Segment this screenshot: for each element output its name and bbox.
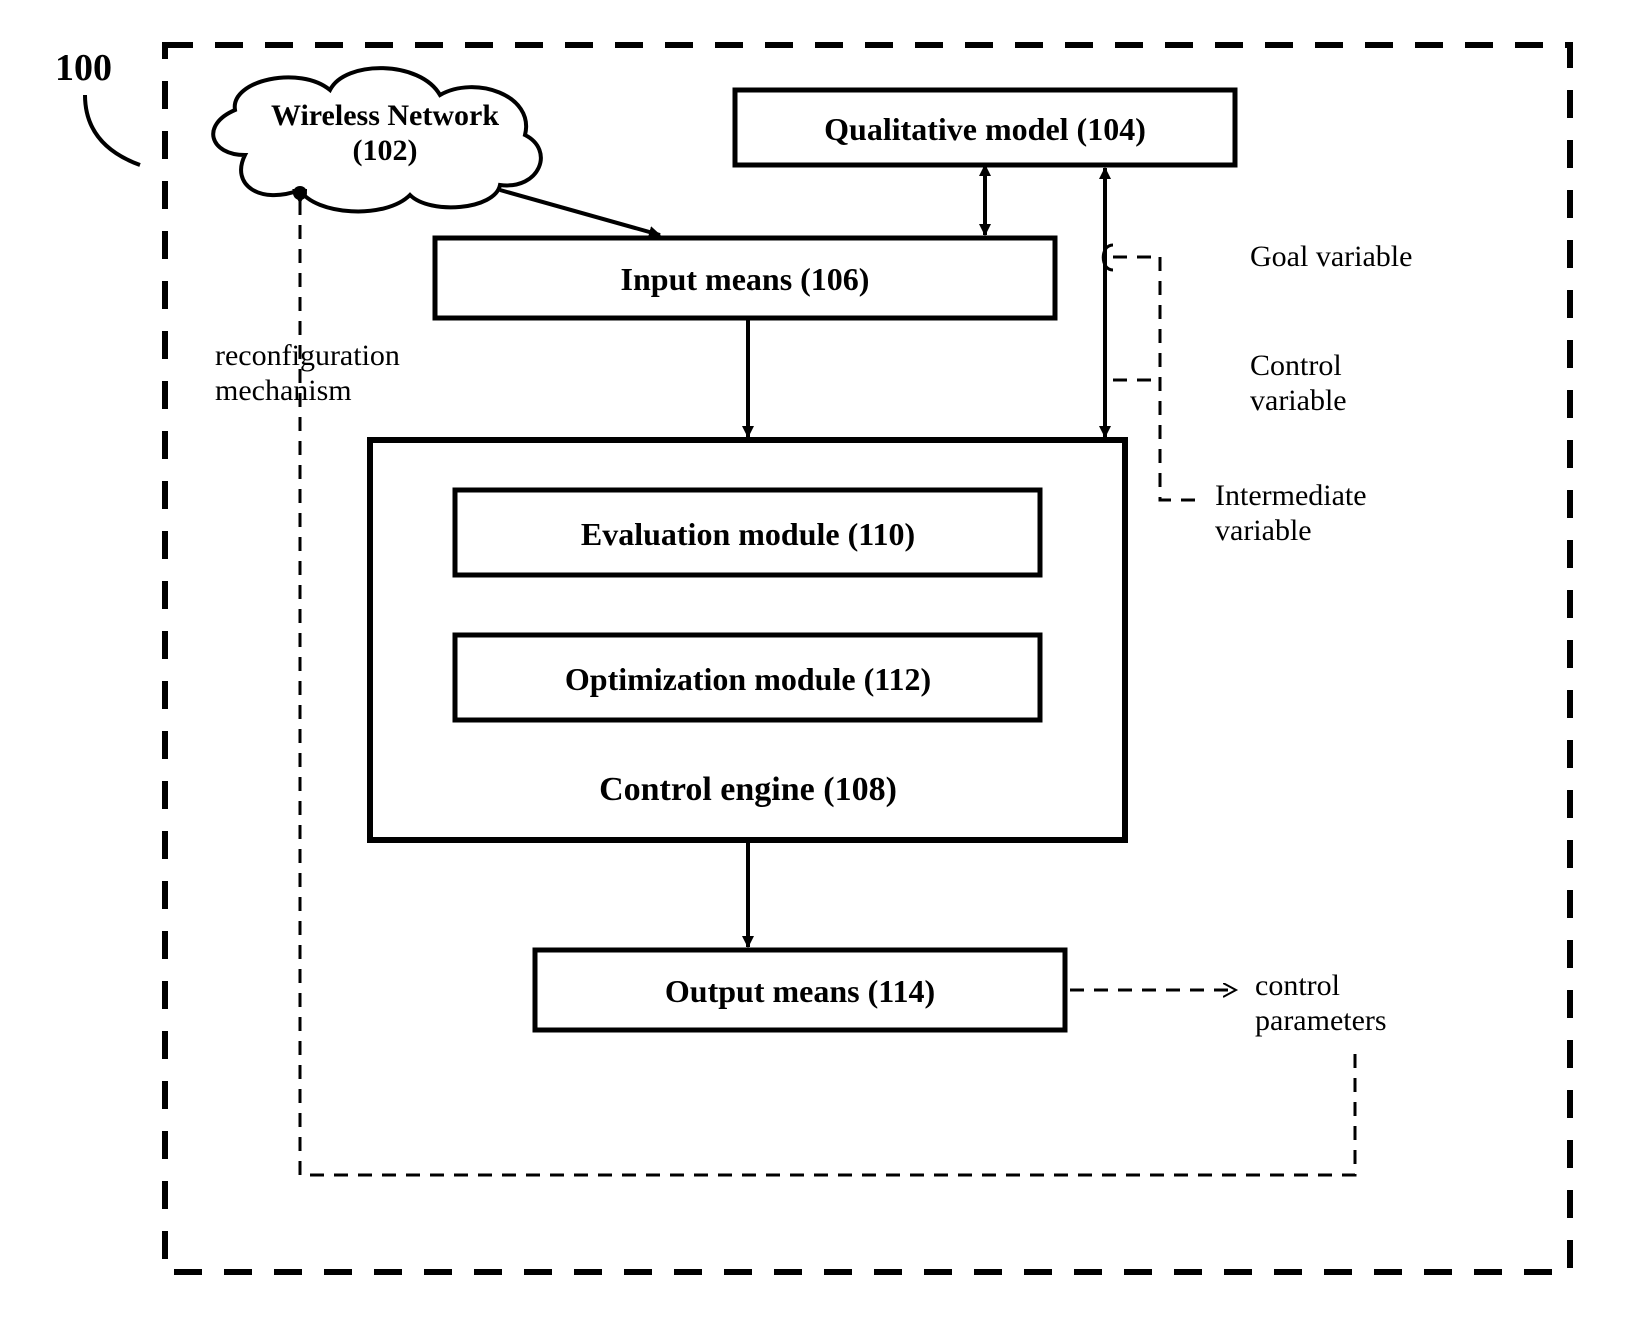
figure-id-pointer [85, 95, 140, 165]
figure-id-label: 100 [55, 47, 112, 89]
annotation-control-parameters: control parameters [1070, 969, 1387, 1037]
control-engine-box: Evaluation module (110) Optimization mod… [370, 440, 1125, 840]
diagram-svg: 100 Wireless Network (102) Qualitative m… [0, 0, 1633, 1337]
diagram-stage: 100 Wireless Network (102) Qualitative m… [0, 0, 1633, 1337]
qualitative-model-label: Qualitative model (104) [824, 111, 1146, 147]
optimization-module-label: Optimization module (112) [565, 661, 931, 697]
goal-variable-label: Goal variable [1250, 240, 1412, 273]
intermediate-variable-label-2: variable [1215, 514, 1312, 547]
output-means-label: Output means (114) [665, 973, 935, 1009]
cloud-knob [293, 186, 307, 200]
input-means-label: Input means (106) [621, 261, 870, 297]
wireless-network-label-line2: (102) [353, 134, 418, 167]
control-engine-title: Control engine (108) [599, 771, 897, 808]
evaluation-module-label: Evaluation module (110) [581, 516, 915, 552]
wireless-network-label-line1: Wireless Network [271, 99, 499, 132]
annotation-goal-variable: Goal variable [1103, 240, 1412, 273]
control-variable-label-2: variable [1250, 384, 1347, 417]
qualitative-model-box: Qualitative model (104) [735, 90, 1235, 165]
arrow-cloud-to-input [500, 190, 660, 235]
wireless-network-cloud: Wireless Network (102) [213, 68, 541, 211]
intermediate-variable-label-1: Intermediate [1215, 479, 1367, 512]
control-parameters-label-1: control [1255, 969, 1340, 1002]
output-means-box: Output means (114) [535, 950, 1065, 1030]
control-variable-label-1: Control [1250, 349, 1342, 382]
input-means-box: Input means (106) [435, 238, 1055, 318]
annotation-control-variable: Control variable [1113, 349, 1347, 417]
reconfiguration-label-1: reconfiguration [215, 339, 400, 372]
control-parameters-label-2: parameters [1255, 1004, 1387, 1037]
reconfiguration-label-2: mechanism [215, 374, 352, 407]
